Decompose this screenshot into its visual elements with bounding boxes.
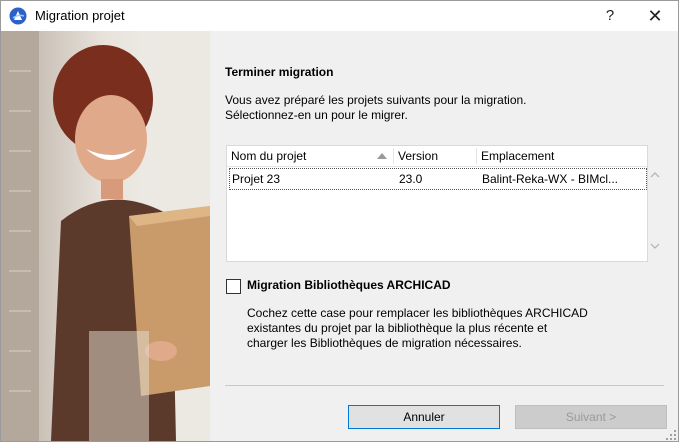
close-icon[interactable]: ✕ bbox=[632, 1, 678, 31]
migration-dialog: Migration projet ? ✕ Terminer migration … bbox=[0, 0, 679, 442]
column-header-version[interactable]: Version bbox=[398, 149, 438, 163]
description-line: Vous avez préparé les projets suivants p… bbox=[225, 93, 527, 107]
table-header: Nom du projet Version Emplacement bbox=[227, 146, 647, 167]
library-migration-label[interactable]: Migration Bibliothèques ARCHICAD bbox=[247, 278, 451, 292]
side-illustration bbox=[1, 31, 210, 441]
sort-ascending-icon bbox=[377, 153, 387, 159]
column-divider[interactable] bbox=[476, 148, 477, 164]
archicad-logo-icon bbox=[9, 7, 27, 25]
help-line: charger les Bibliothèques de migration n… bbox=[247, 336, 522, 350]
scroll-up-icon[interactable] bbox=[649, 169, 661, 181]
scroll-down-icon[interactable] bbox=[649, 240, 661, 252]
description-line: Sélectionnez-en un pour le migrer. bbox=[225, 108, 408, 122]
resize-grip-icon[interactable] bbox=[665, 429, 677, 441]
page-heading: Terminer migration bbox=[225, 65, 334, 79]
cell-version: 23.0 bbox=[399, 172, 423, 186]
dialog-content: Terminer migration Vous avez préparé les… bbox=[210, 31, 678, 441]
help-icon[interactable]: ? bbox=[587, 1, 633, 31]
help-line: existantes du projet par la bibliothèque… bbox=[247, 321, 548, 335]
window-title: Migration projet bbox=[35, 8, 125, 23]
cancel-button[interactable]: Annuler bbox=[348, 405, 500, 429]
next-button[interactable]: Suivant > bbox=[515, 405, 667, 429]
library-migration-help: Cochez cette case pour remplacer les bib… bbox=[247, 306, 667, 351]
cell-location: Balint-Reka-WX - BIMcl... bbox=[482, 172, 619, 186]
title-bar: Migration projet ? ✕ bbox=[1, 1, 678, 31]
divider bbox=[225, 385, 664, 386]
table-row[interactable]: Projet 23 23.0 Balint-Reka-WX - BIMcl... bbox=[229, 168, 647, 190]
column-header-name[interactable]: Nom du projet bbox=[231, 149, 306, 163]
projects-table: Nom du projet Version Emplacement Projet… bbox=[226, 145, 648, 262]
column-header-location[interactable]: Emplacement bbox=[481, 149, 554, 163]
description: Vous avez préparé les projets suivants p… bbox=[225, 93, 665, 123]
woman-with-box-image bbox=[1, 31, 210, 441]
column-divider[interactable] bbox=[393, 148, 394, 164]
help-line: Cochez cette case pour remplacer les bib… bbox=[247, 306, 588, 320]
library-migration-checkbox[interactable] bbox=[226, 279, 241, 294]
cell-project-name: Projet 23 bbox=[232, 172, 281, 186]
